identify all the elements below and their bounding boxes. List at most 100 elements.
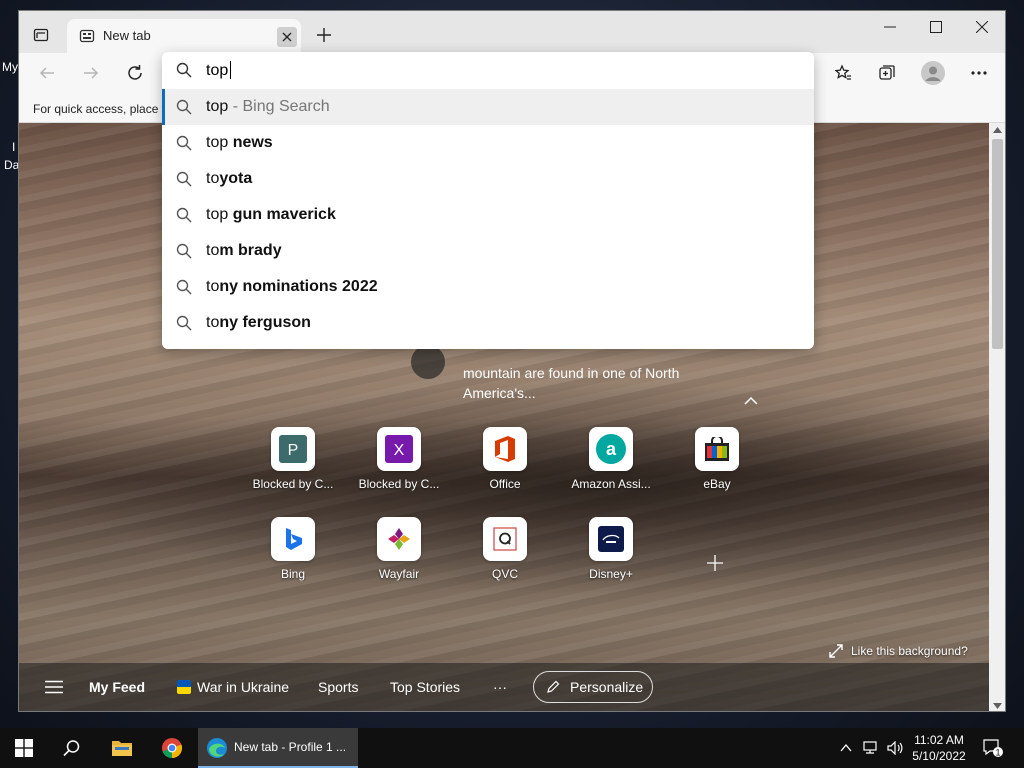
suggestion-typed: to (206, 278, 220, 295)
tile-label: Blocked by C... (252, 477, 334, 491)
search-suggestion[interactable]: toyota (162, 161, 814, 197)
back-arrow-icon (39, 67, 54, 79)
search-icon (176, 243, 192, 259)
chevron-up-icon (840, 744, 852, 752)
x-app-icon: X (377, 427, 421, 471)
search-icon (176, 135, 192, 151)
taskbar-edge-window[interactable]: New tab - Profile 1 ... (198, 728, 358, 768)
quick-link-tile[interactable]: X Blocked by C... (349, 427, 449, 491)
like-background-label: Like this background? (851, 644, 968, 658)
tile-label: Disney+ (589, 567, 633, 581)
search-suggestion[interactable]: top news (162, 125, 814, 161)
search-icon (176, 315, 192, 331)
background-description[interactable]: mountain are found in one of North Ameri… (463, 363, 713, 403)
new-tab-button[interactable] (312, 23, 336, 47)
tile-label: Blocked by C... (358, 477, 440, 491)
search-icon (176, 207, 192, 223)
publisher-icon: P (271, 427, 315, 471)
pencil-icon (547, 680, 560, 693)
suggestion-typed: top (206, 206, 233, 223)
search-icon (176, 279, 192, 295)
clock-date: 5/10/2022 (912, 749, 966, 763)
refresh-icon (128, 65, 142, 80)
quick-link-tile[interactable]: Disney+ (561, 517, 661, 581)
personalize-button[interactable]: Personalize (533, 671, 653, 703)
hamburger-menu-icon[interactable] (45, 680, 63, 694)
tile-label: Bing (280, 567, 306, 581)
search-icon (176, 171, 192, 187)
show-hidden-icons-button[interactable] (836, 728, 856, 768)
maximize-button[interactable] (913, 11, 959, 43)
office-icon (483, 427, 527, 471)
favorites-bar-hint: For quick access, place y (33, 102, 168, 116)
window-close-button[interactable] (959, 11, 1005, 43)
feed-tab-my-feed[interactable]: My Feed (89, 679, 145, 695)
quick-link-tile[interactable]: QVC (455, 517, 555, 581)
suggestion-text: toyota (206, 170, 252, 188)
page-scrollbar[interactable] (989, 123, 1005, 711)
edge-icon (207, 738, 227, 758)
image-info-button[interactable] (411, 345, 445, 379)
network-button[interactable] (860, 728, 882, 768)
start-button[interactable] (0, 728, 48, 768)
folder-icon (112, 741, 132, 756)
feed-tab-sports[interactable]: Sports (318, 679, 358, 695)
tab-close-button[interactable] (277, 27, 297, 47)
volume-button[interactable] (884, 728, 906, 768)
windows-taskbar: New tab - Profile 1 ... 11:02 AM 5/10/20… (0, 728, 1024, 768)
scrollbar-thumb[interactable] (992, 139, 1003, 349)
minimize-button[interactable] (867, 11, 913, 43)
collections-button[interactable] (873, 59, 901, 87)
add-site-icon[interactable] (703, 551, 727, 575)
desktop-icon-label[interactable]: I (12, 140, 15, 154)
tile-label: Amazon Assi... (571, 477, 651, 491)
suggestion-typed: top (206, 134, 233, 151)
forward-button[interactable] (77, 59, 105, 87)
quick-link-tile[interactable]: a Amazon Assi... (561, 427, 661, 491)
tab-title: New tab (103, 28, 151, 43)
profile-button[interactable] (919, 59, 947, 87)
search-suggestion[interactable]: top gun maverick (162, 197, 814, 233)
search-suggestion[interactable]: top - Bing Search (162, 89, 814, 125)
search-suggestion[interactable]: tom brady (162, 233, 814, 269)
back-button[interactable] (33, 59, 61, 87)
address-bar[interactable] (162, 52, 814, 89)
quick-link-tile[interactable]: P Blocked by C... (243, 427, 343, 491)
suggestion-text: top news (206, 134, 273, 152)
quick-link-tile[interactable]: Wayfair (349, 517, 449, 581)
address-input[interactable] (206, 60, 786, 82)
quick-link-tile[interactable]: Office (455, 427, 555, 491)
tab-new-tab[interactable]: New tab (67, 19, 301, 53)
settings-more-button[interactable] (965, 59, 993, 87)
search-suggestion[interactable]: tony ferguson (162, 305, 814, 341)
file-explorer-button[interactable] (98, 728, 146, 768)
search-suggestion[interactable]: tony nominations 2022 (162, 269, 814, 305)
like-background-button[interactable]: Like this background? (829, 644, 968, 658)
chrome-button[interactable] (148, 728, 196, 768)
feed-more-button[interactable]: ··· (493, 679, 507, 695)
quick-link-tile[interactable]: Bing (243, 517, 343, 581)
scroll-down-arrow-icon[interactable] (993, 703, 1002, 709)
favorites-button[interactable] (829, 59, 857, 87)
taskbar-search-button[interactable] (48, 728, 96, 768)
collapse-chevron-up-icon[interactable] (741, 393, 761, 409)
action-center-button[interactable]: 1 (982, 738, 1004, 758)
scroll-up-arrow-icon[interactable] (993, 127, 1002, 133)
favorites-star-icon (834, 64, 851, 80)
quick-link-tile[interactable]: eBay (667, 427, 767, 491)
svg-text:a: a (606, 439, 617, 459)
suggestion-typed: to (206, 314, 220, 331)
tile-label: Wayfair (378, 567, 420, 581)
collections-icon (879, 65, 895, 80)
feed-tab-war-in-ukraine[interactable]: War in Ukraine (177, 679, 289, 695)
qvc-icon (483, 517, 527, 561)
svg-text:X: X (394, 442, 405, 459)
feed-tab-top-stories[interactable]: Top Stories (390, 679, 460, 695)
desktop-icon-label[interactable]: My (2, 60, 18, 74)
suggestion-typed: to (206, 242, 220, 259)
refresh-button[interactable] (121, 59, 149, 87)
tab-actions-icon[interactable] (29, 23, 53, 47)
system-clock[interactable]: 11:02 AM 5/10/2022 (906, 732, 972, 764)
suggestion-text: tony nominations 2022 (206, 278, 378, 296)
suggestion-completion: ny ferguson (219, 314, 311, 331)
